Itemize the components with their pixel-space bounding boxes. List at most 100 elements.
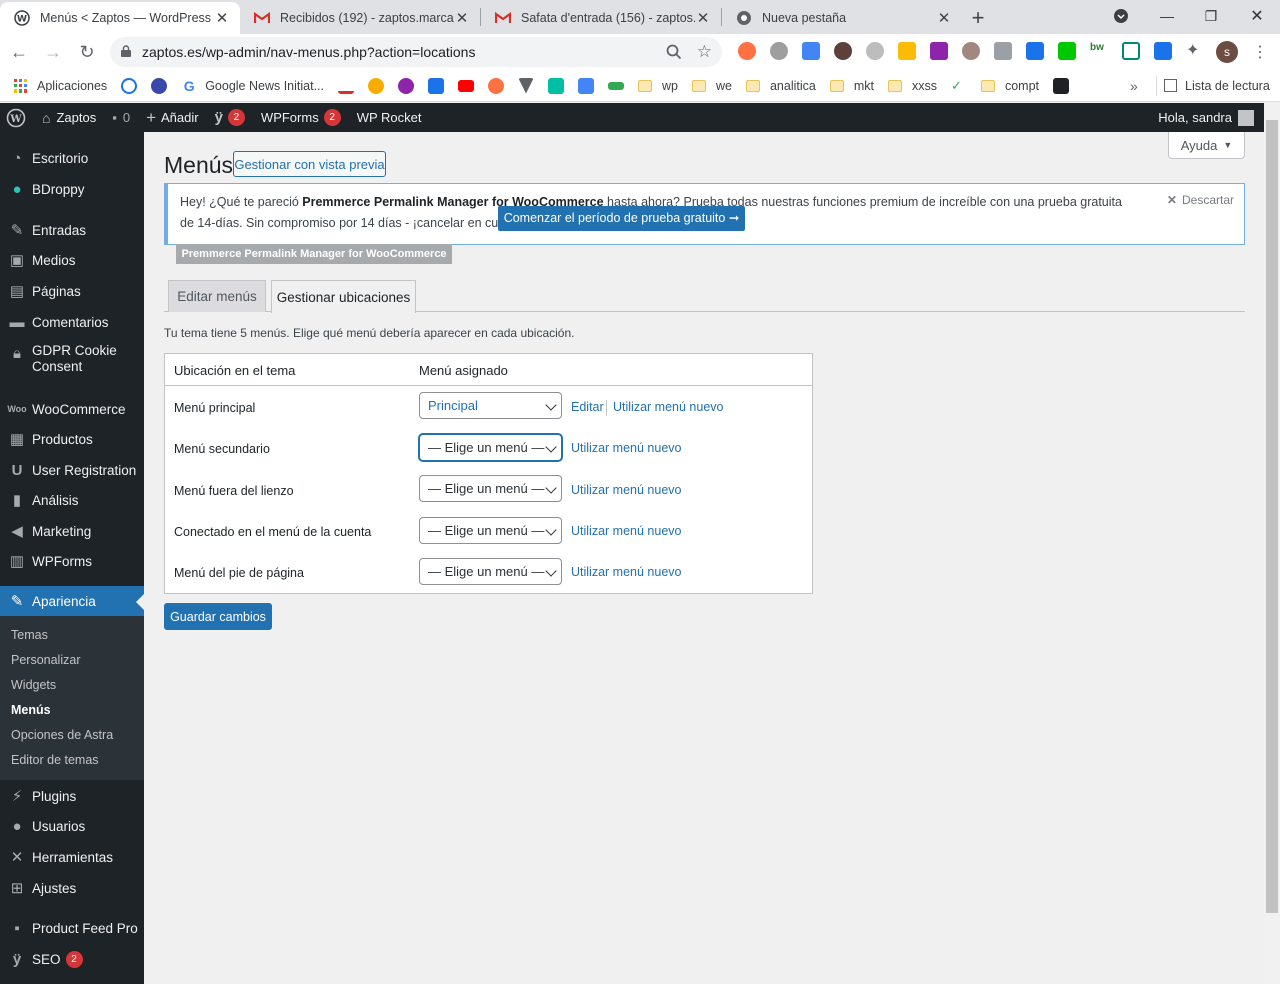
menu-select[interactable]: — Elige un menú — [419, 475, 562, 502]
bookmark-icon[interactable] [488, 77, 504, 94]
help-tab-button[interactable]: Ayuda ▼ [1168, 132, 1245, 159]
comments-link[interactable]: ▪ 0 [104, 103, 138, 132]
yoast-link[interactable]: ÿ2 [207, 103, 253, 132]
reload-icon[interactable]: ↻ [72, 37, 102, 67]
sidebar-item-marketing[interactable]: ◀ Marketing [0, 521, 144, 541]
submenu-item-personalizar[interactable]: Personalizar [11, 653, 80, 667]
scrollbar-thumb[interactable] [1266, 120, 1278, 913]
extension-icon[interactable] [898, 42, 916, 60]
close-tab-icon[interactable]: ✕ [454, 9, 470, 27]
tab-manage-locations[interactable]: Gestionar ubicaciones [271, 280, 416, 313]
sidebar-item-paginas[interactable]: ▤ Páginas [0, 281, 144, 301]
use-new-menu-link[interactable]: Utilizar menú nuevo [571, 565, 681, 579]
bookmark-folder-wp[interactable]: wp [638, 79, 678, 93]
browser-tab[interactable]: Recibidos (192) - zaptos.marca@ ✕ [240, 2, 480, 34]
sidebar-item-woocommerce[interactable]: Woo WooCommerce [0, 399, 144, 419]
extension-icon[interactable] [770, 42, 788, 60]
bookmark-icon[interactable] [548, 77, 564, 94]
youtube-icon[interactable] [458, 79, 474, 92]
bookmark-icon[interactable] [608, 81, 624, 90]
sidebar-item-medios[interactable]: ▣ Medios [0, 250, 144, 270]
sidebar-item-productos[interactable]: ▦ Productos [0, 429, 144, 449]
bookmark-star-icon[interactable]: ☆ [697, 42, 712, 62]
use-new-menu-link[interactable]: Utilizar menú nuevo [571, 483, 681, 497]
url-bar[interactable]: zaptos.es/wp-admin/nav-menus.php?action=… [110, 37, 722, 67]
dismiss-notice-button[interactable]: ✕ Descartar [1167, 190, 1234, 211]
extension-icon[interactable] [930, 42, 948, 60]
submenu-item-widgets[interactable]: Widgets [11, 678, 56, 692]
submenu-item-theme-editor[interactable]: Editor de temas [11, 753, 99, 767]
use-new-menu-link[interactable]: Utilizar menú nuevo [571, 441, 681, 455]
sidebar-item-analisis[interactable]: ▮ Análisis [0, 490, 144, 510]
forward-icon[interactable]: → [38, 37, 68, 67]
tab-search-icon[interactable] [1098, 0, 1144, 32]
submenu-item-menus[interactable]: Menús [11, 703, 51, 717]
bookmark-icon[interactable] [1053, 77, 1070, 94]
extension-icon[interactable] [834, 42, 852, 60]
avatar[interactable]: s [1216, 41, 1238, 63]
spellcheck-icon[interactable]: ✓ [951, 78, 967, 94]
bookmark-folder-compt[interactable]: compt [980, 79, 1039, 93]
extension-icon[interactable] [866, 42, 884, 60]
restore-icon[interactable]: ❐ [1188, 0, 1234, 32]
bookmark-search-icon[interactable] [121, 77, 138, 94]
extension-icon[interactable] [994, 42, 1012, 60]
bookmark-icon[interactable] [518, 77, 534, 94]
extension-icon[interactable] [1122, 42, 1140, 60]
bookmark-apps[interactable]: Aplicaciones [14, 78, 107, 93]
minimize-icon[interactable]: — [1144, 0, 1190, 32]
submenu-item-astra[interactable]: Opciones de Astra [11, 728, 113, 742]
use-new-menu-link[interactable]: Utilizar menú nuevo [571, 524, 681, 538]
sidebar-item-apariencia[interactable]: ✎ Apariencia [0, 586, 144, 616]
close-tab-icon[interactable]: ✕ [936, 9, 952, 27]
bookmark-folder-analitica[interactable]: analitica [745, 79, 816, 93]
my-account-link[interactable]: Hola, sandra [1150, 103, 1262, 132]
add-new-link[interactable]: + Añadir [138, 103, 207, 132]
sidebar-item-bdroppy[interactable]: ● BDroppy [0, 179, 144, 199]
menu-select[interactable]: — Elige un menú — [419, 434, 562, 461]
close-tab-icon[interactable]: ✕ [214, 9, 230, 27]
wp-logo-icon[interactable]: W [0, 103, 34, 132]
browser-tab[interactable]: Nueva pestaña ✕ [722, 2, 962, 34]
manage-live-preview-button[interactable]: Gestionar con vista previa [233, 151, 386, 177]
sidebar-item-usuarios[interactable]: ● Usuarios [0, 816, 144, 836]
sidebar-item-seo[interactable]: ÿ SEO 2 [0, 949, 144, 969]
sidebar-item-gdpr[interactable]: 🔒︎ GDPR Cookie Consent [0, 343, 144, 375]
sidebar-item-herramientas[interactable]: ✕ Herramientas [0, 847, 144, 867]
bookmark-folder-xxss[interactable]: xxss [887, 79, 937, 93]
bookmark-icon[interactable] [368, 77, 384, 94]
extension-icon[interactable] [802, 42, 820, 60]
back-icon[interactable]: ← [4, 37, 34, 67]
bookmark-folder-we[interactable]: we [691, 79, 732, 93]
extension-icon[interactable] [738, 42, 756, 60]
sidebar-item-user-registration[interactable]: U User Registration [0, 460, 144, 480]
submenu-item-temas[interactable]: Temas [11, 628, 48, 642]
edit-menu-link[interactable]: Editar [571, 400, 604, 414]
puzzle-icon[interactable]: ✦ [1186, 40, 1204, 59]
search-icon[interactable] [666, 44, 682, 60]
bookmark-icon[interactable] [428, 77, 444, 94]
site-name-link[interactable]: ⌂ Zaptos [34, 103, 104, 132]
bookmark-c-icon[interactable] [151, 77, 168, 94]
use-new-menu-link[interactable]: Utilizar menú nuevo [613, 400, 723, 414]
sidebar-item-plugins[interactable]: ⚡︎ Plugins [0, 786, 144, 806]
browser-tab[interactable]: Safata d'entrada (156) - zaptos.m ✕ [481, 2, 721, 34]
tab-edit-menus[interactable]: Editar menús [168, 280, 266, 312]
sidebar-item-ajustes[interactable]: ⊞ Ajustes [0, 878, 144, 898]
menu-icon[interactable]: ⋮ [1252, 42, 1268, 62]
start-free-trial-button[interactable]: Comenzar el período de prueba gratuito ➞ [498, 206, 745, 231]
close-tab-icon[interactable]: ✕ [695, 9, 711, 27]
bookmark-folder-mkt[interactable]: mkt [829, 79, 874, 93]
extension-icon[interactable] [1026, 42, 1044, 60]
menu-select[interactable]: — Elige un menú — [419, 558, 562, 585]
sidebar-item-wpforms[interactable]: ▥ WPForms [0, 551, 144, 571]
more-bookmarks-icon[interactable]: » [1130, 78, 1138, 94]
wp-rocket-link[interactable]: WP Rocket [349, 103, 430, 132]
save-changes-button[interactable]: Guardar cambios [164, 603, 272, 630]
menu-select[interactable]: Principal [419, 392, 562, 419]
extension-icon[interactable] [1058, 42, 1076, 60]
sidebar-item-comentarios[interactable]: ▬ Comentarios [0, 312, 144, 332]
new-tab-button[interactable]: + [962, 2, 994, 34]
extension-icon[interactable]: bw [1090, 42, 1108, 60]
sidebar-item-escritorio[interactable]: ◔ Escritorio [0, 148, 144, 168]
